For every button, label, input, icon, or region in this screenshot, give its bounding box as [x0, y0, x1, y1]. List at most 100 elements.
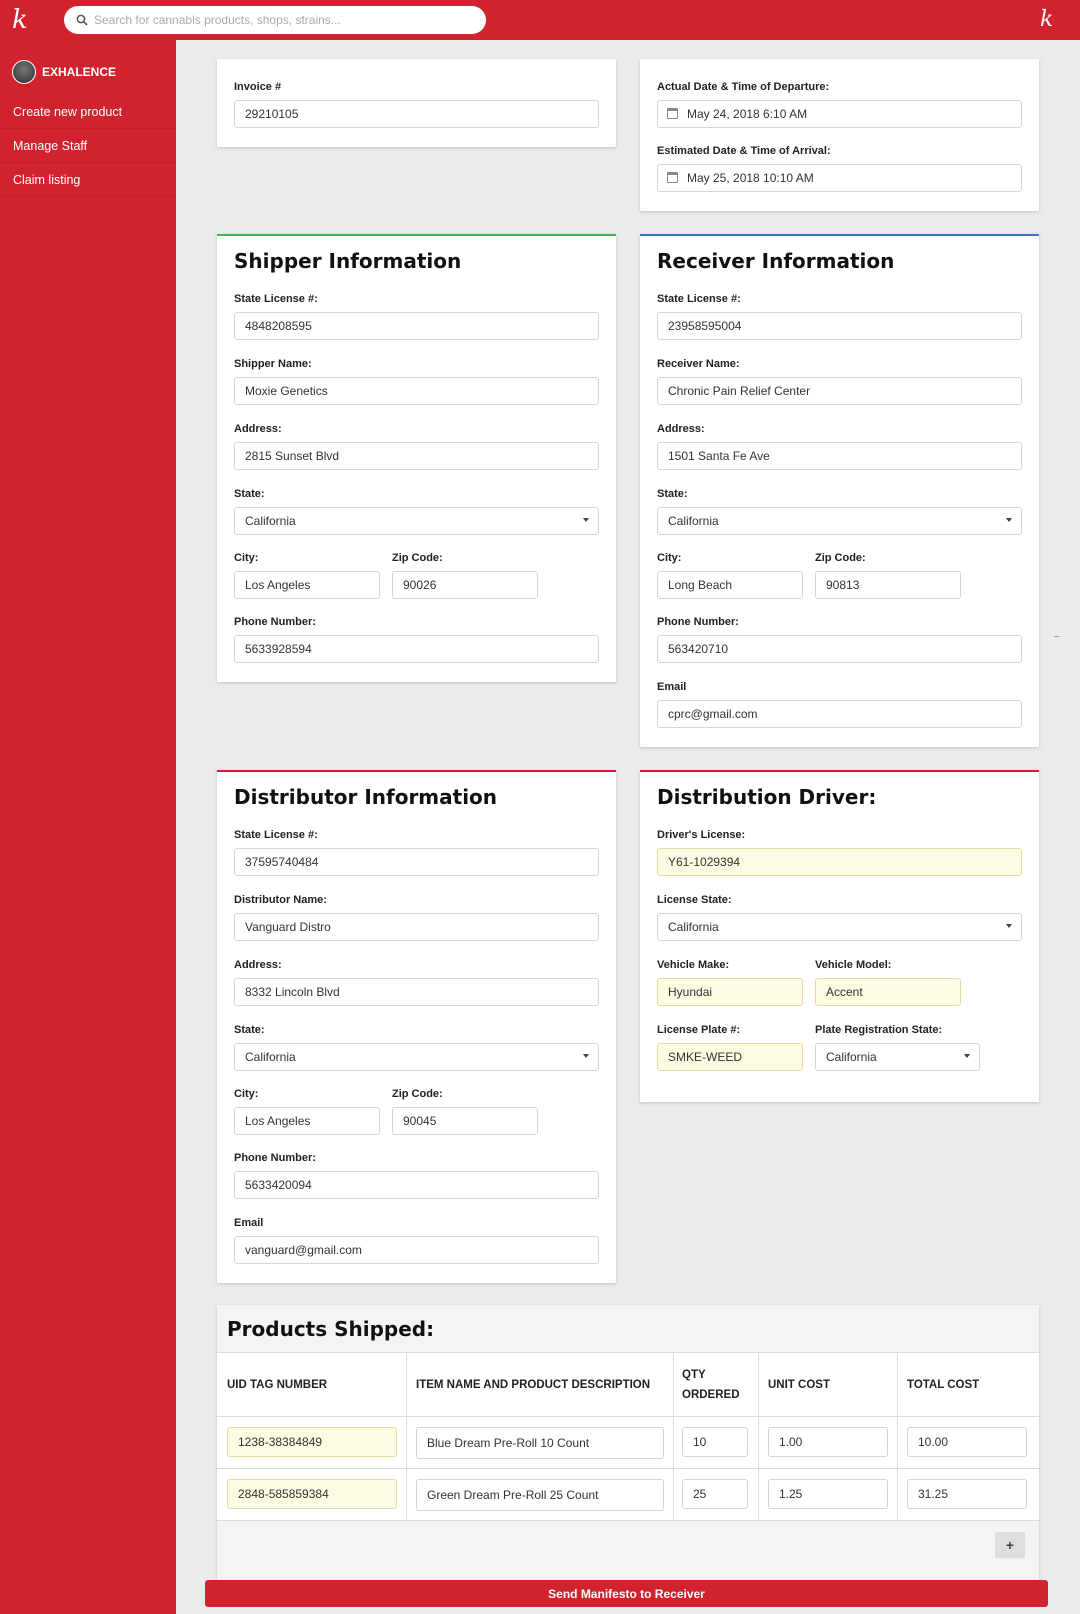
shipper-title: Shipper Information	[234, 249, 462, 273]
total-cost-field[interactable]	[907, 1427, 1027, 1457]
arrival-date-field[interactable]	[657, 164, 1022, 192]
license-state-label: License State:	[657, 894, 732, 906]
receiver-state-dropdown[interactable]: California	[657, 507, 1022, 535]
receiver-license-label: State License #:	[657, 293, 741, 305]
distributor-name-label: Distributor Name:	[234, 894, 327, 906]
shipper-address-label: Address:	[234, 423, 282, 435]
shipper-state-dropdown[interactable]: California	[234, 507, 599, 535]
user-menu-logo[interactable]: k	[1040, 6, 1053, 34]
receiver-city-label: City:	[657, 552, 682, 564]
scroll-indicator	[1054, 636, 1059, 637]
invoice-card: Invoice #	[217, 59, 616, 147]
license-state-select[interactable]: California	[657, 913, 1022, 941]
vehicle-make-field[interactable]	[657, 978, 803, 1006]
products-shipped-panel: Products Shipped: UID TAG NUMBER ITEM NA…	[217, 1305, 1039, 1582]
distributor-phone-field[interactable]	[234, 1171, 599, 1199]
distributor-state-label: State:	[234, 1024, 265, 1036]
shipper-license-label: State License #:	[234, 293, 318, 305]
license-state-dropdown[interactable]: California	[657, 913, 1022, 941]
driver-title: Distribution Driver:	[657, 785, 877, 809]
search-icon	[76, 14, 88, 26]
receiver-state-label: State:	[657, 488, 688, 500]
top-bar: k k	[0, 0, 1080, 40]
receiver-email-field[interactable]	[657, 700, 1022, 728]
driver-card: Distribution Driver: Driver's License: L…	[640, 770, 1039, 1102]
distributor-address-field[interactable]	[234, 978, 599, 1006]
unit-cost-field[interactable]	[768, 1479, 888, 1509]
distributor-license-field[interactable]	[234, 848, 599, 876]
total-cost-field[interactable]	[907, 1479, 1027, 1509]
receiver-address-field[interactable]	[657, 442, 1022, 470]
arrival-date-picker[interactable]	[657, 164, 1022, 192]
unit-cost-field[interactable]	[768, 1427, 888, 1457]
distributor-phone-label: Phone Number:	[234, 1152, 316, 1164]
search-input[interactable]	[94, 10, 474, 30]
shipper-card: Shipper Information State License #: Shi…	[217, 234, 616, 682]
add-product-button[interactable]: +	[995, 1532, 1025, 1558]
shipper-zip-label: Zip Code:	[392, 552, 443, 564]
receiver-zip-field[interactable]	[815, 571, 961, 599]
shipper-city-field[interactable]	[234, 571, 380, 599]
license-plate-field[interactable]	[657, 1043, 803, 1071]
distributor-zip-field[interactable]	[392, 1107, 538, 1135]
departure-date-field[interactable]	[657, 100, 1022, 128]
distributor-email-label: Email	[234, 1217, 264, 1229]
shipper-zip-field[interactable]	[392, 571, 538, 599]
qty-ordered-field[interactable]	[682, 1427, 748, 1457]
receiver-card: Receiver Information State License #: Re…	[640, 234, 1039, 747]
distributor-city-label: City:	[234, 1088, 259, 1100]
sidebar-item-manage-staff[interactable]: Manage Staff	[0, 129, 176, 163]
driver-license-field[interactable]	[657, 848, 1022, 876]
col-header-qty-line1: QTY	[682, 1369, 706, 1381]
col-header-uid: UID TAG NUMBER	[227, 1379, 328, 1391]
shipper-phone-label: Phone Number:	[234, 616, 316, 628]
uid-tag-field[interactable]	[227, 1427, 397, 1457]
receiver-email-label: Email	[657, 681, 687, 693]
sidebar-item-claim-listing[interactable]: Claim listing	[0, 163, 176, 197]
dates-card: Actual Date & Time of Departure: Estimat…	[640, 59, 1039, 211]
distributor-state-dropdown[interactable]: California	[234, 1043, 599, 1071]
search-bar[interactable]	[64, 6, 486, 34]
qty-ordered-field[interactable]	[682, 1479, 748, 1509]
invoice-number-field[interactable]	[234, 100, 599, 128]
plate-state-dropdown[interactable]: California	[815, 1043, 980, 1071]
distributor-city-field[interactable]	[234, 1107, 380, 1135]
arrival-label: Estimated Date & Time of Arrival:	[657, 145, 831, 157]
receiver-address-label: Address:	[657, 423, 705, 435]
send-manifest-button[interactable]: Send Manifesto to Receiver	[205, 1580, 1048, 1607]
shipper-address-field[interactable]	[234, 442, 599, 470]
col-header-qty: QTY ORDERED	[682, 1365, 740, 1405]
distributor-zip-label: Zip Code:	[392, 1088, 443, 1100]
receiver-city-field[interactable]	[657, 571, 803, 599]
col-header-total-cost: TOTAL COST	[907, 1379, 980, 1391]
shipper-license-field[interactable]	[234, 312, 599, 340]
vehicle-make-label: Vehicle Make:	[657, 959, 730, 971]
receiver-phone-field[interactable]	[657, 635, 1022, 663]
plate-state-select[interactable]: California	[815, 1043, 980, 1071]
vehicle-model-field[interactable]	[815, 978, 961, 1006]
sidebar: EXHALENCE Create new product Manage Staf…	[0, 40, 176, 1614]
shipper-name-field[interactable]	[234, 377, 599, 405]
item-description-field[interactable]	[416, 1427, 664, 1459]
brand-logo[interactable]: k	[12, 6, 28, 34]
shipper-state-select[interactable]: California	[234, 507, 599, 535]
receiver-title: Receiver Information	[657, 249, 895, 273]
receiver-name-field[interactable]	[657, 377, 1022, 405]
distributor-email-field[interactable]	[234, 1236, 599, 1264]
receiver-state-select[interactable]: California	[657, 507, 1022, 535]
shipper-name-label: Shipper Name:	[234, 358, 312, 370]
vehicle-model-label: Vehicle Model:	[815, 959, 892, 971]
receiver-name-label: Receiver Name:	[657, 358, 740, 370]
departure-date-picker[interactable]	[657, 100, 1022, 128]
distributor-state-select[interactable]: California	[234, 1043, 599, 1071]
distributor-name-field[interactable]	[234, 913, 599, 941]
item-description-field[interactable]	[416, 1479, 664, 1511]
uid-tag-field[interactable]	[227, 1479, 397, 1509]
receiver-phone-label: Phone Number:	[657, 616, 739, 628]
receiver-license-field[interactable]	[657, 312, 1022, 340]
sidebar-item-create-product[interactable]: Create new product	[0, 95, 176, 129]
store-name: EXHALENCE	[42, 65, 117, 79]
distributor-title: Distributor Information	[234, 785, 498, 809]
store-brand[interactable]: EXHALENCE	[12, 60, 116, 84]
shipper-phone-field[interactable]	[234, 635, 599, 663]
